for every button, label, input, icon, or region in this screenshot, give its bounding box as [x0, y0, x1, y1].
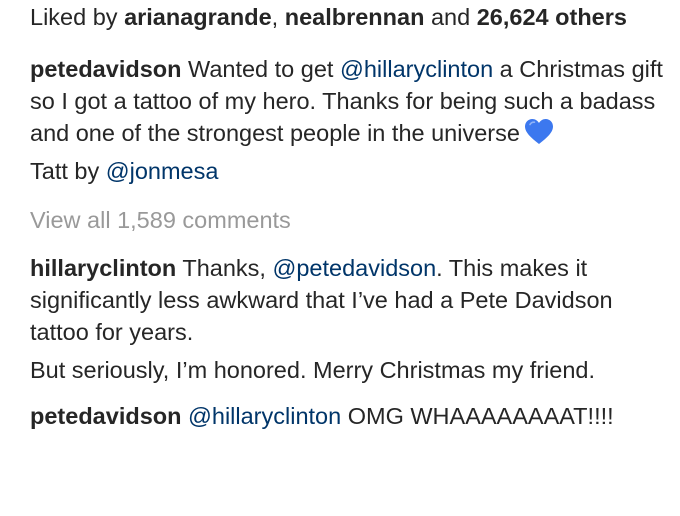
caption-credit-mention-link[interactable]: @jonmesa: [106, 158, 219, 184]
comment-second-line: But seriously, I’m honored. Merry Christ…: [30, 357, 596, 383]
likes-others-link[interactable]: 26,624 others: [477, 4, 627, 30]
caption-credit: Tatt by @jonmesa: [30, 155, 664, 187]
comment: petedavidson @hillaryclinton OMG WHAAAAA…: [30, 400, 664, 432]
liker-username-link[interactable]: arianagrande: [124, 4, 272, 30]
caption-mention-link[interactable]: @hillaryclinton: [340, 56, 493, 82]
caption-body: petedavidson Wanted to get @hillaryclint…: [30, 53, 664, 149]
post-footer: Liked by arianagrande, nealbrennan and 2…: [0, 1, 680, 432]
comment-mention-link[interactable]: @petedavidson: [272, 255, 436, 281]
caption-text: Wanted to get: [181, 56, 340, 82]
likes-summary: Liked by arianagrande, nealbrennan and 2…: [30, 1, 664, 33]
likes-prefix: Liked by: [30, 4, 125, 30]
post-caption: petedavidson Wanted to get @hillaryclint…: [30, 53, 664, 187]
comment: hillaryclinton Thanks, @petedavidson. Th…: [30, 252, 664, 386]
likes-separator: ,: [271, 4, 285, 30]
comment-username-link[interactable]: hillaryclinton: [30, 255, 176, 281]
likes-and: and: [424, 4, 477, 30]
comment-username-link[interactable]: petedavidson: [30, 403, 181, 429]
comment-body: hillaryclinton Thanks, @petedavidson. Th…: [30, 252, 664, 348]
comment-text: Thanks,: [176, 255, 273, 281]
comment-text: OMG WHAAAAAAAAT!!!!: [341, 403, 614, 429]
liker-username-link[interactable]: nealbrennan: [285, 4, 425, 30]
view-all-comments-link[interactable]: View all 1,589 comments: [30, 204, 664, 236]
comment-mention-link[interactable]: @hillaryclinton: [188, 403, 341, 429]
caption-username-link[interactable]: petedavidson: [30, 56, 181, 82]
blue-heart-icon: [524, 118, 554, 146]
caption-credit-prefix: Tatt by: [30, 158, 106, 184]
